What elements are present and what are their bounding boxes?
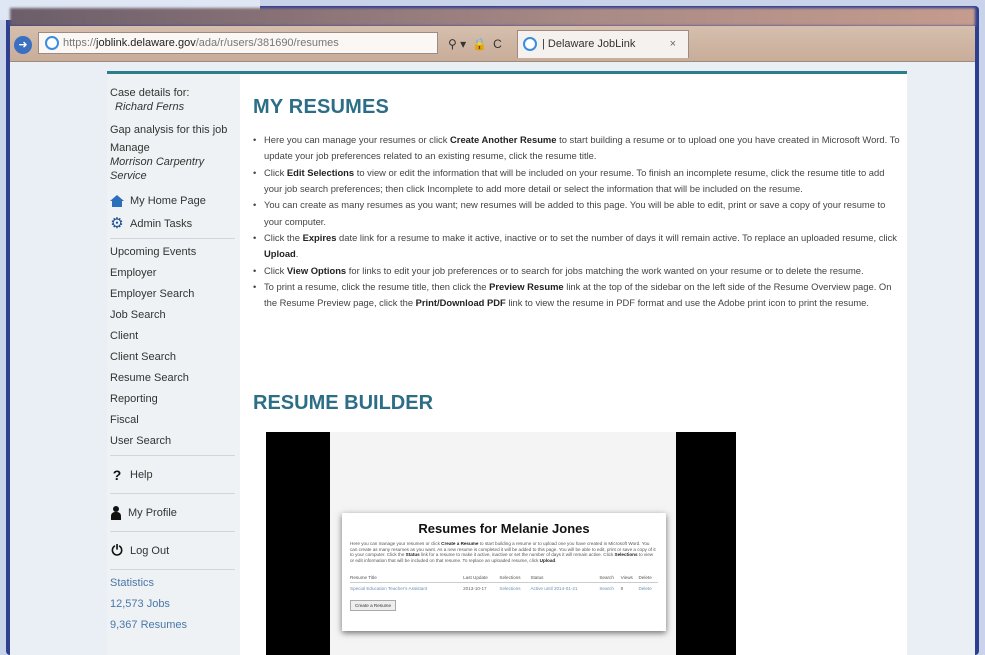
page-title: MY RESUMES [253, 96, 390, 118]
sidebar-item-label: Admin Tasks [130, 217, 193, 230]
table-cell: Search [599, 586, 614, 591]
video-screenshot: Resumes for Melanie Jones Here you can m… [342, 513, 666, 631]
column-header: Last Update [463, 573, 500, 583]
resumes-count-link[interactable]: 9,367 Resumes [110, 615, 240, 636]
case-name-link[interactable]: Richard Ferns [110, 100, 240, 114]
column-header: Selections [499, 573, 531, 583]
refresh-icon[interactable]: C [493, 37, 502, 51]
manage-employer-name[interactable]: Morrison Carpentry Service [110, 155, 240, 183]
sidebar-item-fiscal[interactable]: Fiscal [110, 410, 240, 431]
list-item: Here you can manage your resumes or clic… [253, 132, 901, 165]
page-viewport: Case details for: Richard Ferns Gap anal… [10, 62, 975, 655]
divider [110, 455, 235, 456]
sidebar-item-help[interactable]: ? Help [110, 459, 240, 490]
resume-builder-video[interactable]: Resumes for Melanie Jones Here you can m… [266, 432, 736, 655]
divider [110, 569, 235, 570]
address-tools: ⚲ ▾ 🔒 C [448, 35, 502, 53]
jobs-count-link[interactable]: 12,573 Jobs [110, 594, 240, 615]
help-icon: ? [112, 466, 122, 483]
table-cell: 2013-10-17 [463, 586, 487, 591]
sidebar-item-label: Log Out [130, 544, 170, 557]
home-icon [110, 194, 124, 207]
main-content: MY RESUMES Here you can manage your resu… [253, 74, 901, 655]
preview-resume-link[interactable]: Preview Resume [489, 281, 564, 292]
sidebar-item-admin[interactable]: ⚙ Admin Tasks [110, 212, 240, 235]
video-create-resume-button: Create a Resume [350, 600, 397, 611]
list-item: Click the Expires date link for a resume… [253, 230, 901, 263]
sidebar-item-client[interactable]: Client [110, 326, 240, 347]
tab-favicon-icon [523, 37, 537, 51]
instructions-list: Here you can manage your resumes or clic… [253, 132, 901, 312]
section-title: RESUME BUILDER [253, 392, 434, 414]
sidebar-item-profile[interactable]: My Profile [110, 497, 240, 528]
manage-label: Manage [110, 142, 150, 154]
sidebar-item-upcoming-events[interactable]: Upcoming Events [110, 242, 240, 263]
gap-analysis-link[interactable]: Gap analysis for this job [110, 120, 240, 141]
gear-icon: ⚙ [110, 214, 124, 232]
column-header: Resume Title [350, 573, 464, 583]
list-item: To print a resume, click the resume titl… [253, 279, 901, 312]
manage-employer[interactable]: Manage Morrison Carpentry Service [110, 141, 240, 183]
print-download-pdf-link[interactable]: Print/Download PDF [416, 297, 506, 308]
address-bar[interactable]: https://joblink.delaware.gov/ada/r/users… [38, 32, 438, 54]
sidebar-item-logout[interactable]: ⏻ Log Out [110, 535, 240, 566]
video-title: Resumes for Melanie Jones [418, 521, 590, 536]
divider [110, 531, 235, 532]
upload-link[interactable]: Upload [264, 248, 296, 259]
sidebar-item-home[interactable]: My Home Page [110, 189, 240, 212]
table-cell: Selections [499, 586, 521, 591]
column-header: Search [599, 573, 621, 583]
statistics-link[interactable]: Statistics [110, 573, 240, 594]
video-resume-table: Resume Title Last Update Selections Stat… [350, 573, 658, 594]
list-item: Click Edit Selections to view or edit th… [253, 165, 901, 198]
view-options-link[interactable]: View Options [287, 265, 346, 276]
tab-title: | Delaware JobLink [542, 38, 636, 50]
url-prefix: https:// [63, 37, 97, 49]
table-cell: 8 [620, 586, 624, 591]
sidebar-item-resume-search[interactable]: Resume Search [110, 368, 240, 389]
divider [110, 493, 235, 494]
table-header-row: Resume Title Last Update Selections Stat… [350, 573, 658, 583]
video-frame: Resumes for Melanie Jones Here you can m… [330, 432, 676, 655]
sidebar-item-label: My Home Page [130, 194, 206, 207]
edit-selections-link[interactable]: Edit Selections [287, 167, 354, 178]
url-domain: joblink.delaware.gov [96, 37, 196, 49]
table-row: Special Education Teacher's Assistant 20… [350, 583, 658, 595]
sidebar-item-reporting[interactable]: Reporting [110, 389, 240, 410]
sidebar: Case details for: Richard Ferns Gap anal… [107, 74, 240, 655]
list-item: Click View Options for links to edit you… [253, 263, 901, 280]
sidebar-item-user-search[interactable]: User Search [110, 431, 240, 452]
table-cell: Special Education Teacher's Assistant [350, 586, 428, 591]
video-instructions: Here you can manage your resumes or clic… [350, 541, 656, 563]
divider [110, 238, 235, 239]
tab-close-icon[interactable]: × [670, 31, 676, 57]
list-item: You can create as many resumes as you wa… [253, 197, 901, 230]
column-header: Status [530, 573, 600, 583]
power-icon: ⏻ [111, 542, 123, 558]
sidebar-item-employer-search[interactable]: Employer Search [110, 284, 240, 305]
sidebar-item-client-search[interactable]: Client Search [110, 347, 240, 368]
lock-icon[interactable]: 🔒 [472, 37, 487, 51]
sidebar-item-employer[interactable]: Employer [110, 263, 240, 284]
person-icon [110, 505, 122, 520]
create-another-resume-link[interactable]: Create Another Resume [450, 134, 556, 145]
browser-toolbar: ➜ https://joblink.delaware.gov/ada/r/use… [10, 26, 975, 62]
case-label: Case details for: [110, 87, 190, 99]
sidebar-item-label: Help [130, 468, 153, 481]
ie-page-icon [45, 36, 59, 50]
case-details: Case details for: Richard Ferns [110, 86, 240, 114]
browser-tab[interactable]: | Delaware JobLink × [517, 30, 689, 58]
url-path: /ada/r/users/381690/resumes [195, 37, 339, 49]
window-titlebar [10, 8, 975, 26]
sidebar-item-label: My Profile [128, 506, 177, 519]
table-cell: Delete [638, 586, 652, 591]
content-container: Case details for: Richard Ferns Gap anal… [107, 71, 907, 655]
sidebar-item-job-search[interactable]: Job Search [110, 305, 240, 326]
expires-link[interactable]: Expires [303, 232, 337, 243]
back-arrow-icon[interactable]: ➜ [14, 36, 32, 54]
column-header: Views [620, 573, 639, 583]
table-cell: Active until 2014-01-21 [530, 586, 578, 591]
column-header: Delete [638, 573, 658, 583]
search-dropdown-icon[interactable]: ⚲ ▾ [448, 37, 466, 51]
